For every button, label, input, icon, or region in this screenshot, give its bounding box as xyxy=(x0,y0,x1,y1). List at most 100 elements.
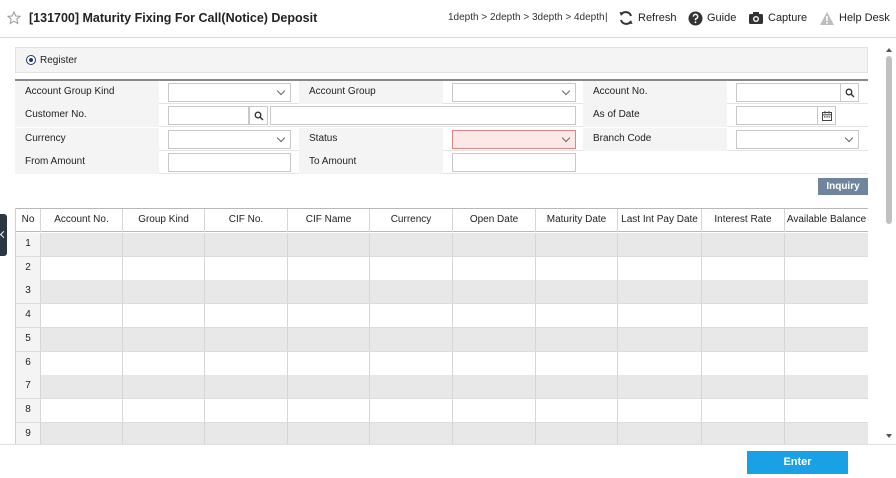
grid-cell[interactable] xyxy=(618,422,702,444)
grid-cell[interactable] xyxy=(123,351,205,375)
grid-cell[interactable] xyxy=(205,351,288,375)
grid-cell[interactable] xyxy=(453,351,536,375)
grid-cell[interactable] xyxy=(536,375,618,399)
grid-cell[interactable] xyxy=(785,304,868,327)
grid-cell[interactable] xyxy=(41,304,123,328)
grid-cell[interactable] xyxy=(205,280,288,304)
capture-button[interactable]: Capture xyxy=(748,9,807,27)
customer-no-input[interactable] xyxy=(168,106,249,125)
grid-cell[interactable] xyxy=(205,327,288,351)
column-header[interactable]: Account No. xyxy=(41,209,123,232)
grid-cell[interactable] xyxy=(370,304,453,328)
grid-cell[interactable] xyxy=(288,280,370,304)
account-no-search-button[interactable] xyxy=(840,83,859,102)
account-group-kind-select[interactable] xyxy=(168,83,291,102)
grid-cell[interactable] xyxy=(536,327,618,351)
grid-cell[interactable] xyxy=(785,352,868,375)
grid-cell[interactable] xyxy=(785,375,868,398)
currency-select[interactable] xyxy=(168,130,291,149)
grid-cell[interactable] xyxy=(785,280,868,303)
grid-cell[interactable] xyxy=(370,256,453,280)
account-no-input[interactable] xyxy=(736,83,841,102)
column-header[interactable]: Last Int Pay Date xyxy=(618,209,702,232)
grid-cell[interactable] xyxy=(288,233,370,256)
grid-cell[interactable] xyxy=(41,422,123,444)
grid-cell[interactable] xyxy=(41,280,123,304)
grid-cell[interactable] xyxy=(41,375,123,399)
grid-cell[interactable] xyxy=(370,422,453,444)
table-row[interactable]: 4 xyxy=(16,304,868,329)
column-header[interactable]: Group Kind xyxy=(123,209,205,232)
column-header[interactable]: CIF No. xyxy=(205,209,288,232)
grid-cell[interactable] xyxy=(370,375,453,399)
sidebar-toggle-handle[interactable] xyxy=(0,214,7,256)
grid-cell[interactable] xyxy=(123,422,205,444)
column-header[interactable]: Currency xyxy=(370,209,453,232)
grid-cell[interactable] xyxy=(702,327,785,351)
grid-cell[interactable] xyxy=(41,351,123,375)
table-row[interactable]: 6 xyxy=(16,351,868,376)
register-radio[interactable] xyxy=(26,55,36,65)
grid-cell[interactable] xyxy=(288,304,370,328)
grid-cell[interactable] xyxy=(702,398,785,422)
grid-cell[interactable] xyxy=(536,280,618,304)
table-row[interactable]: 1 xyxy=(16,233,868,257)
grid-cell[interactable] xyxy=(618,280,702,304)
grid-cell[interactable] xyxy=(702,280,785,304)
grid-cell[interactable] xyxy=(536,304,618,328)
grid-cell[interactable] xyxy=(618,327,702,351)
grid-cell[interactable] xyxy=(618,351,702,375)
vertical-scrollbar[interactable] xyxy=(885,46,894,440)
inquiry-button[interactable]: Inquiry xyxy=(818,178,868,195)
grid-cell[interactable] xyxy=(453,398,536,422)
grid-cell[interactable] xyxy=(618,304,702,328)
customer-no-search-button[interactable] xyxy=(249,106,268,125)
enter-button[interactable]: Enter xyxy=(747,451,848,474)
grid-cell[interactable] xyxy=(123,256,205,280)
grid-cell[interactable] xyxy=(370,233,453,256)
grid-cell[interactable] xyxy=(618,398,702,422)
grid-cell[interactable] xyxy=(618,375,702,399)
grid-cell[interactable] xyxy=(205,304,288,328)
scroll-down-arrow-icon[interactable] xyxy=(886,434,892,438)
grid-cell[interactable] xyxy=(288,375,370,399)
grid-cell[interactable] xyxy=(123,398,205,422)
grid-cell[interactable] xyxy=(453,304,536,328)
column-header[interactable]: No xyxy=(16,209,41,232)
table-row[interactable]: 9 xyxy=(16,422,868,444)
grid-cell[interactable] xyxy=(785,423,868,444)
grid-cell[interactable] xyxy=(618,233,702,256)
grid-cell[interactable] xyxy=(123,327,205,351)
grid-cell[interactable] xyxy=(370,351,453,375)
grid-cell[interactable] xyxy=(41,233,123,256)
grid-cell[interactable] xyxy=(205,398,288,422)
grid-cell[interactable] xyxy=(536,398,618,422)
star-icon[interactable] xyxy=(7,11,21,25)
grid-cell[interactable] xyxy=(123,280,205,304)
table-row[interactable]: 2 xyxy=(16,256,868,281)
grid-cell[interactable] xyxy=(370,327,453,351)
grid-cell[interactable] xyxy=(41,398,123,422)
status-select[interactable] xyxy=(452,130,576,149)
grid-cell[interactable] xyxy=(41,256,123,280)
grid-cell[interactable] xyxy=(288,256,370,280)
grid-cell[interactable] xyxy=(288,398,370,422)
from-amount-input[interactable] xyxy=(168,153,291,172)
grid-cell[interactable] xyxy=(453,233,536,256)
help-desk-button[interactable]: Help Desk xyxy=(819,9,890,27)
grid-cell[interactable] xyxy=(453,327,536,351)
grid-cell[interactable] xyxy=(702,375,785,399)
grid-cell[interactable] xyxy=(702,233,785,256)
grid-cell[interactable] xyxy=(785,399,868,422)
grid-cell[interactable] xyxy=(205,422,288,444)
column-header[interactable]: Maturity Date xyxy=(536,209,618,232)
grid-cell[interactable] xyxy=(536,422,618,444)
grid-cell[interactable] xyxy=(536,256,618,280)
scroll-thumb[interactable] xyxy=(886,56,892,224)
grid-cell[interactable] xyxy=(370,280,453,304)
table-row[interactable]: 3 xyxy=(16,280,868,305)
grid-cell[interactable] xyxy=(123,375,205,399)
account-group-select[interactable] xyxy=(452,83,576,102)
grid-cell[interactable] xyxy=(453,280,536,304)
grid-cell[interactable] xyxy=(205,256,288,280)
